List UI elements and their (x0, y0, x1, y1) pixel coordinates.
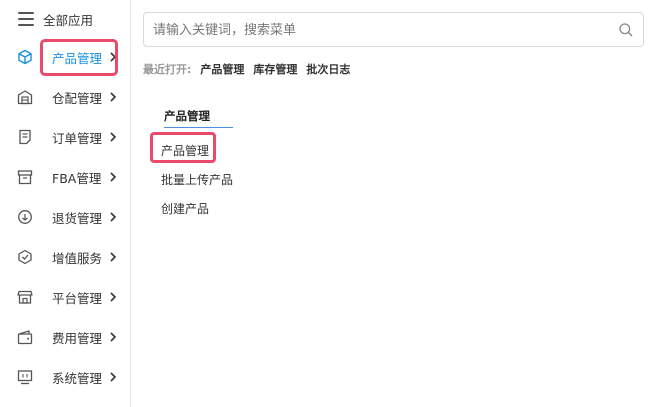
value-added-icon (18, 249, 32, 265)
section-title: 产品管理 (164, 109, 210, 123)
section-underline (164, 127, 233, 128)
menu-search-box[interactable] (143, 12, 644, 47)
sidebar-item-system[interactable]: 系统管理 (0, 362, 131, 392)
search-input[interactable] (153, 20, 603, 40)
warehouse-icon (17, 90, 33, 105)
sidebar-item-platform[interactable]: 平台管理 (0, 282, 131, 312)
chevron-right-icon (110, 332, 117, 342)
sidebar-item-warehouse[interactable]: 仓配管理 (0, 82, 131, 112)
wallet-icon (17, 330, 33, 345)
menu-item-create-product[interactable]: 创建产品 (161, 200, 209, 217)
store-icon (17, 290, 33, 304)
sidebar-item-label: 仓配管理 (52, 90, 103, 106)
sidebar-item-value-added[interactable]: 增值服务 (0, 242, 131, 272)
chevron-right-icon (110, 132, 117, 142)
sidebar-item-label: 增值服务 (52, 250, 103, 266)
sidebar-item-label: FBA管理 (52, 170, 102, 186)
highlight-box-sidebar (40, 39, 118, 76)
return-icon (18, 210, 32, 224)
sidebar-item-label: 订单管理 (52, 130, 103, 146)
chevron-right-icon (110, 252, 117, 262)
box-icon (17, 170, 33, 185)
sidebar: 全部应用 产品管理 仓配管理 订单管理 FBA管理 退货管理 增值服务 平台管理… (0, 0, 131, 407)
sidebar-item-fees[interactable]: 费用管理 (0, 322, 131, 352)
chevron-right-icon (110, 292, 117, 302)
sidebar-item-label: 平台管理 (52, 290, 103, 306)
monitor-icon (17, 370, 33, 385)
chevron-right-icon (110, 212, 117, 222)
chevron-right-icon (110, 372, 117, 382)
sidebar-item-orders[interactable]: 订单管理 (0, 122, 131, 152)
document-icon (19, 129, 31, 145)
recent-link[interactable]: 产品管理 (200, 61, 244, 77)
all-apps-title: 全部应用 (43, 12, 94, 28)
recent-bar: 最近打开: 产品管理 库存管理 批次日志 (143, 61, 359, 77)
recent-link[interactable]: 库存管理 (253, 61, 297, 77)
hamburger-menu-icon[interactable] (18, 12, 34, 26)
sidebar-item-fba[interactable]: FBA管理 (0, 162, 131, 192)
sidebar-item-returns[interactable]: 退货管理 (0, 202, 131, 232)
cube-icon (18, 49, 32, 65)
menu-item-batch-upload[interactable]: 批量上传产品 (161, 171, 233, 188)
chevron-right-icon (110, 172, 117, 182)
chevron-right-icon (110, 92, 117, 102)
sidebar-item-label: 费用管理 (52, 330, 103, 346)
search-icon[interactable] (618, 22, 634, 38)
recent-link[interactable]: 批次日志 (306, 61, 350, 77)
recent-label: 最近打开: (143, 63, 192, 76)
sidebar-item-label: 退货管理 (52, 210, 103, 226)
sidebar-item-label: 系统管理 (52, 370, 103, 386)
highlight-box-menu (150, 132, 216, 163)
all-apps-header[interactable]: 全部应用 (0, 0, 131, 38)
